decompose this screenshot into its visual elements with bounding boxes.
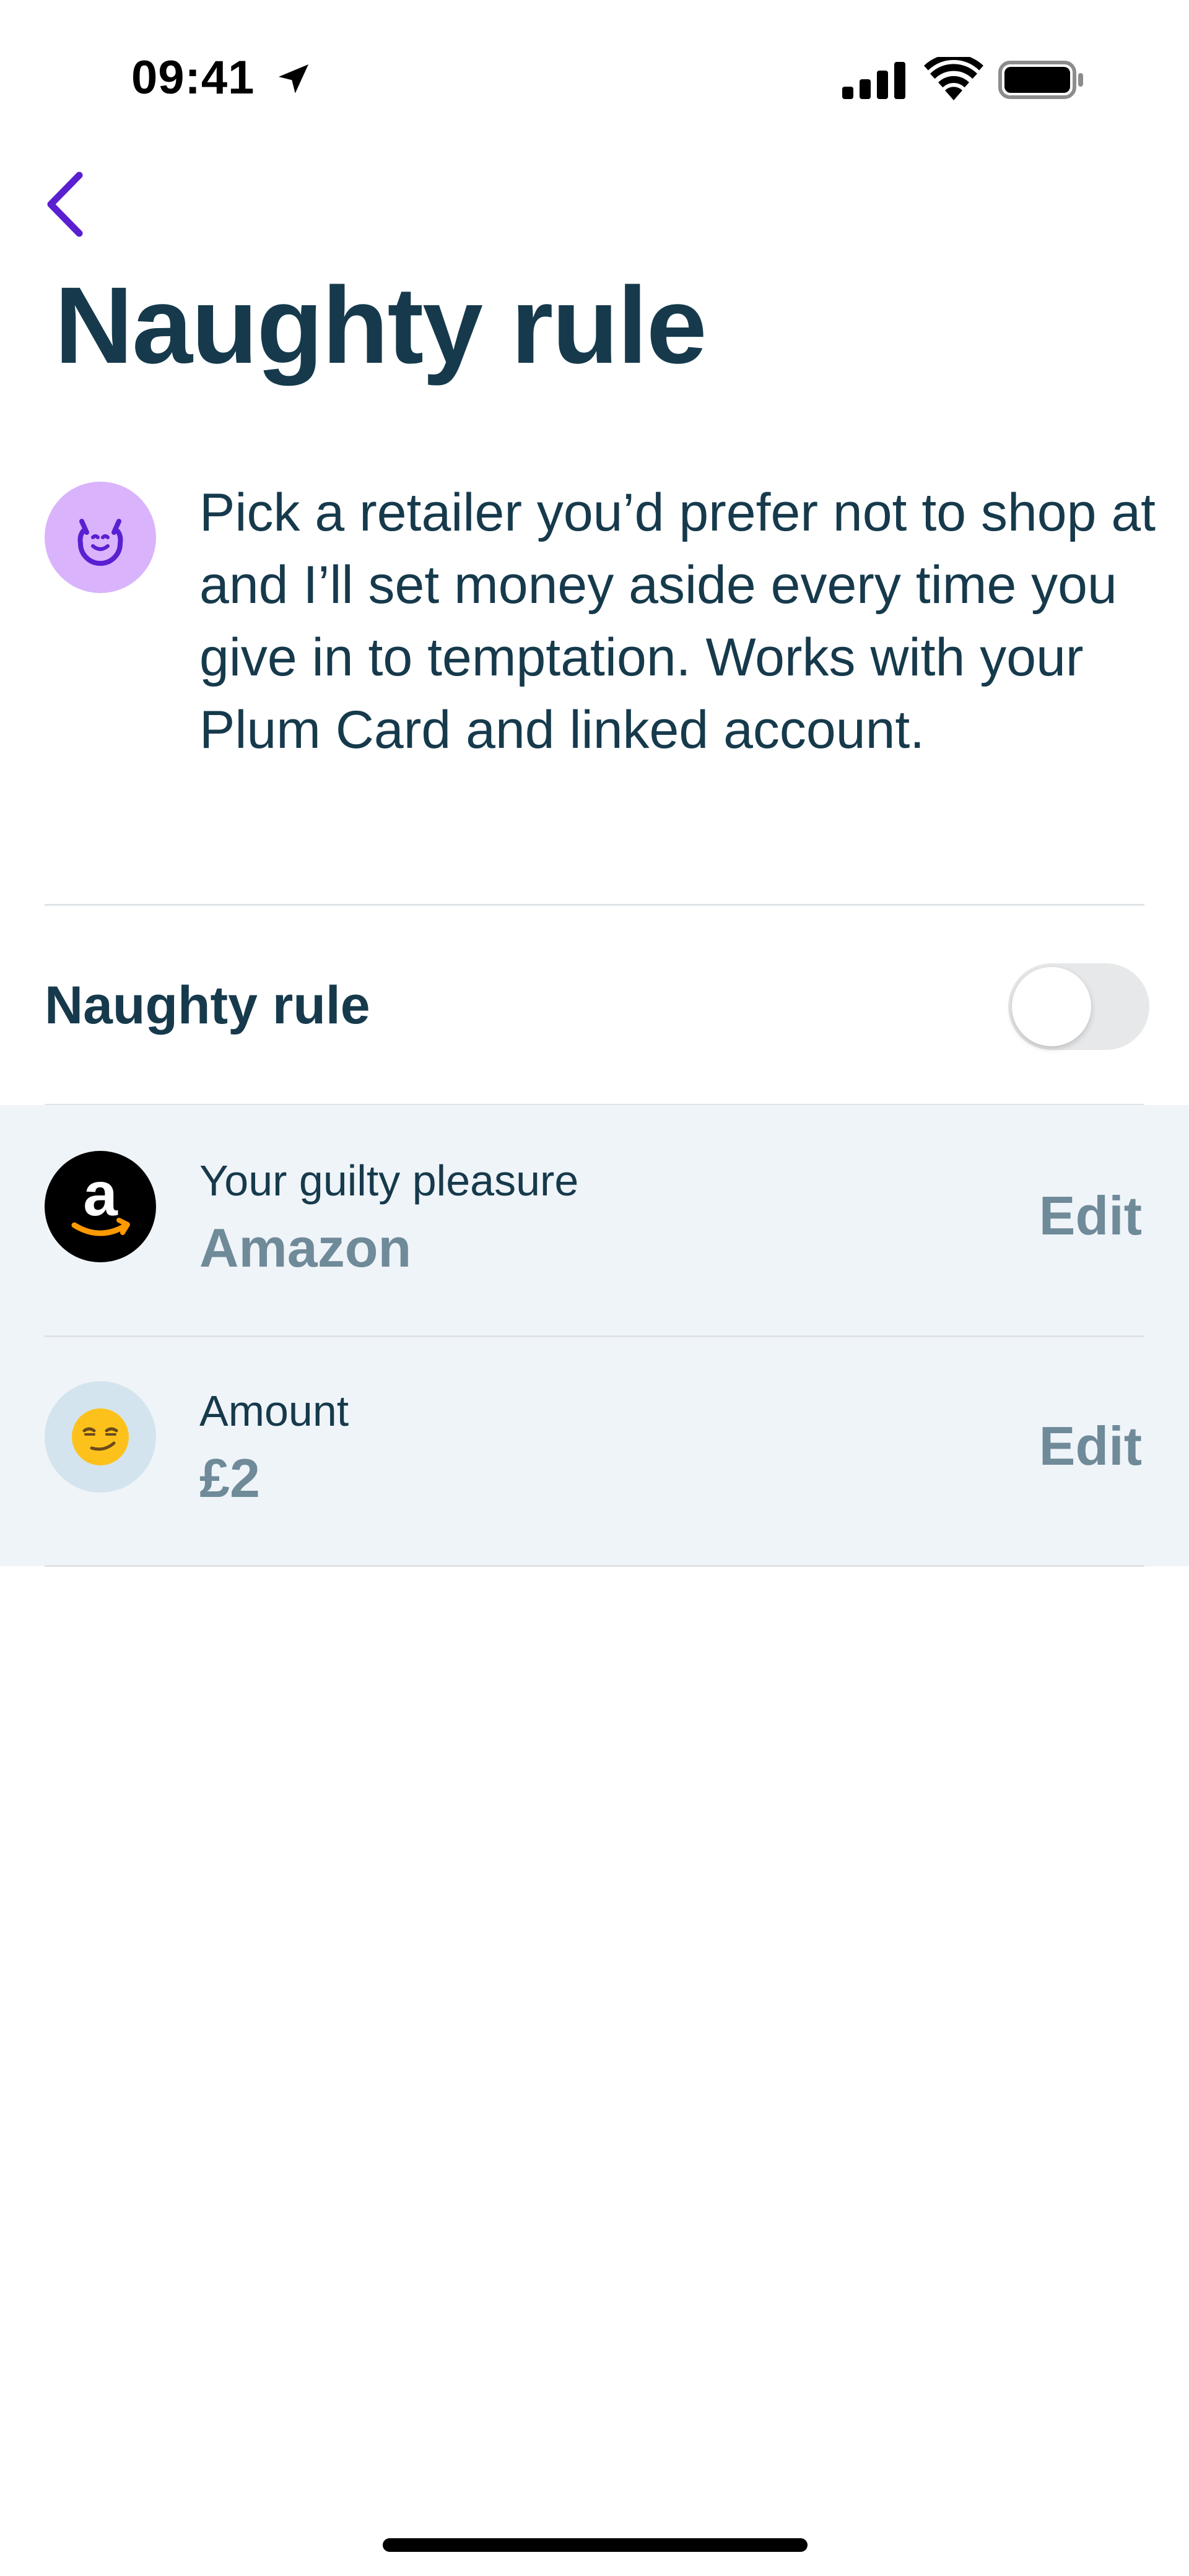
guilty-pleasure-label: Your guilty pleasure — [199, 1156, 579, 1205]
edit-retailer-button[interactable]: Edit — [1039, 1184, 1142, 1247]
amount-label: Amount — [199, 1387, 349, 1435]
back-button[interactable] — [31, 167, 99, 241]
amazon-logo-icon: a — [45, 1151, 156, 1262]
divider — [45, 904, 1144, 906]
chevron-left-icon — [47, 171, 83, 237]
page-title: Naughty rule — [54, 265, 707, 386]
guilty-pleasure-row[interactable]: a Your guilty pleasure Amazon Edit — [0, 1105, 1189, 1334]
amount-row[interactable]: Amount £2 Edit — [0, 1335, 1189, 1564]
intro-description: Pick a retailer you’d prefer not to shop… — [199, 483, 1156, 760]
cellular-signal-icon — [842, 62, 905, 99]
status-time: 09:41 — [131, 51, 255, 104]
edit-amount-button[interactable]: Edit — [1039, 1415, 1142, 1478]
toggle-knob — [1012, 967, 1091, 1046]
guilty-pleasure-value: Amazon — [199, 1217, 412, 1278]
intro-icon-badge — [45, 482, 156, 593]
settings-panel: a Your guilty pleasure Amazon Edit Amoun… — [0, 1105, 1189, 1566]
battery-icon — [998, 61, 1083, 99]
naughty-rule-toggle[interactable] — [1008, 963, 1149, 1050]
wifi-icon — [924, 57, 983, 100]
divider — [45, 1565, 1144, 1567]
toggle-label: Naughty rule — [45, 976, 370, 1035]
devil-face-icon — [77, 519, 123, 566]
amount-value: £2 — [199, 1447, 260, 1509]
smirking-face-icon — [45, 1381, 156, 1493]
status-bar: 09:41 — [0, 0, 1189, 161]
home-indicator[interactable] — [383, 2538, 808, 2552]
amazon-logo-letter: a — [83, 1160, 118, 1229]
location-arrow-icon — [279, 64, 308, 93]
